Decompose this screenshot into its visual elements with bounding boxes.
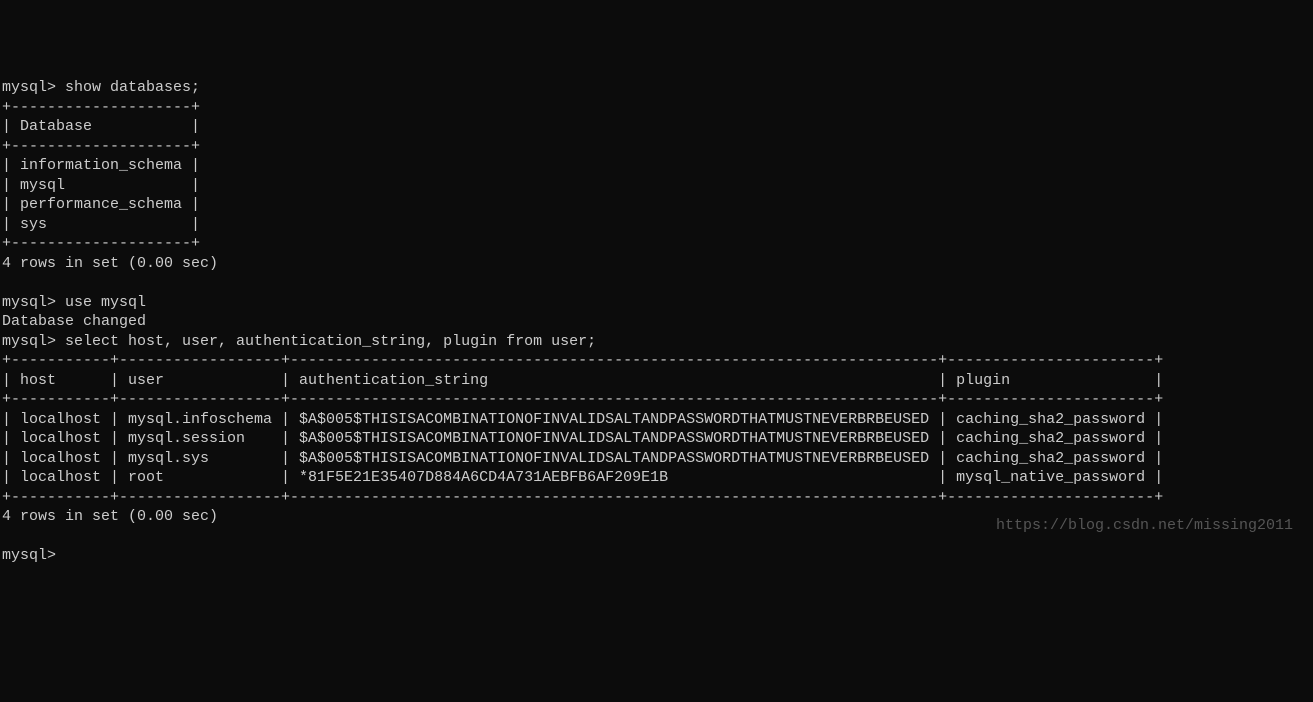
table-separator: +-----------+------------------+--------…: [2, 352, 1163, 369]
prompt: mysql>: [2, 294, 56, 311]
table-header-row: | host | user | authentication_string | …: [2, 372, 1163, 389]
table-separator: +-----------+------------------+--------…: [2, 489, 1163, 506]
table-row: | information_schema |: [2, 157, 200, 174]
table-row: | sys |: [2, 216, 200, 233]
table-separator: +--------------------+: [2, 138, 200, 155]
table-row: | mysql |: [2, 177, 200, 194]
result-summary: 4 rows in set (0.00 sec): [2, 255, 218, 272]
table-row: | performance_schema |: [2, 196, 200, 213]
table-row: | localhost | mysql.infoschema | $A$005$…: [2, 411, 1163, 428]
table-separator: +--------------------+: [2, 99, 200, 116]
table-row: | localhost | mysql.session | $A$005$THI…: [2, 430, 1163, 447]
table-separator: +-----------+------------------+--------…: [2, 391, 1163, 408]
command-use-mysql: use mysql: [65, 294, 146, 311]
watermark-text: https://blog.csdn.net/missing2011: [996, 516, 1293, 536]
terminal-output: mysql> show databases; +----------------…: [0, 78, 1313, 566]
command-show-databases: show databases;: [65, 79, 200, 96]
table-row: | localhost | mysql.sys | $A$005$THISISA…: [2, 450, 1163, 467]
command-select-user: select host, user, authentication_string…: [65, 333, 596, 350]
result-summary: 4 rows in set (0.00 sec): [2, 508, 218, 525]
table-row: | localhost | root | *81F5E21E35407D884A…: [2, 469, 1163, 486]
prompt: mysql>: [2, 79, 56, 96]
prompt: mysql>: [2, 333, 56, 350]
table-header-row: | Database |: [2, 118, 200, 135]
prompt[interactable]: mysql>: [2, 547, 56, 564]
table-separator: +--------------------+: [2, 235, 200, 252]
status-message: Database changed: [2, 313, 146, 330]
